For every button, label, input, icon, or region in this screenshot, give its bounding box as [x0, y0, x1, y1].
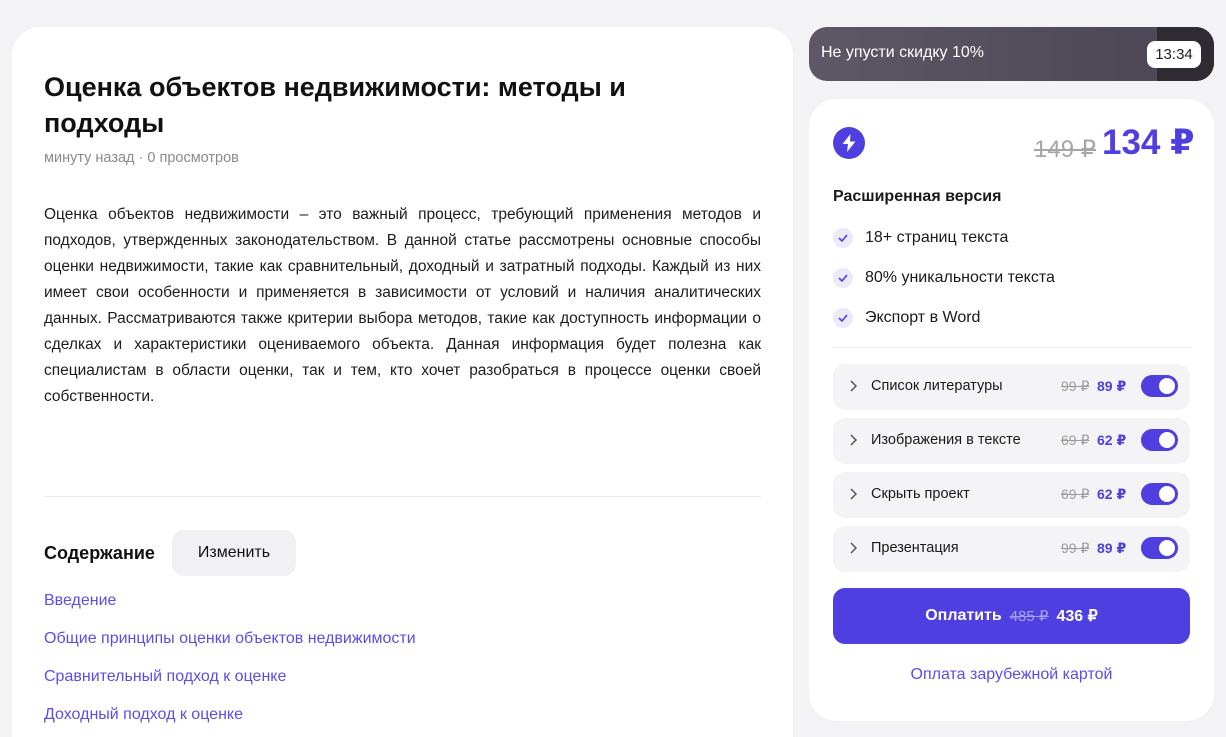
feature-item: Экспорт в Word	[833, 308, 980, 328]
divider	[833, 347, 1190, 348]
discount-banner: Не упусти скидку 10% 13:34	[809, 27, 1214, 81]
toc-item[interactable]: Доходный подход к оценке	[44, 706, 243, 724]
addon-new-price: 62 ₽	[1097, 486, 1127, 502]
addon-bibliography[interactable]: Список литературы 99 ₽ 89 ₽	[833, 364, 1190, 410]
divider	[44, 496, 761, 497]
addon-toggle[interactable]	[1141, 537, 1178, 559]
edit-toc-button[interactable]: Изменить	[172, 530, 296, 576]
addon-toggle[interactable]	[1141, 375, 1178, 397]
toc-heading: Содержание	[44, 543, 155, 563]
addon-images[interactable]: Изображения в тексте 69 ₽ 62 ₽	[833, 418, 1190, 464]
article-card: Оценка объектов недвижимости: методы и п…	[12, 27, 793, 737]
addon-toggle[interactable]	[1141, 429, 1178, 451]
new-price: 134 ₽	[1102, 123, 1195, 162]
toggle-knob	[1159, 432, 1175, 448]
article-meta: минуту назад · 0 просмотров	[44, 150, 239, 166]
addon-old-price: 99 ₽	[1061, 540, 1090, 556]
toc-item[interactable]: Общие принципы оценки объектов недвижимо…	[44, 630, 416, 648]
toc-item[interactable]: Сравнительный подход к оценке	[44, 668, 286, 686]
toggle-knob	[1159, 486, 1175, 502]
offer-card: 149 ₽ 134 ₽ Расширенная версия 18+ стран…	[809, 99, 1214, 721]
addon-name: Скрыть проект	[871, 486, 970, 502]
chevron-right-icon[interactable]	[849, 379, 858, 397]
addon-hide-project[interactable]: Скрыть проект 69 ₽ 62 ₽	[833, 472, 1190, 518]
addon-name: Список литературы	[871, 378, 1003, 394]
feature-item: 80% уникальности текста	[833, 268, 1055, 288]
addon-old-price: 69 ₽	[1061, 486, 1090, 502]
check-icon	[833, 268, 853, 288]
toc-item[interactable]: Введение	[44, 592, 116, 610]
pay-label: Оплатить	[925, 607, 1002, 624]
pay-new-price: 436 ₽	[1056, 608, 1098, 625]
old-price: 149 ₽	[1034, 136, 1096, 163]
addon-new-price: 89 ₽	[1097, 540, 1127, 556]
pay-old-price: 485 ₽	[1009, 608, 1049, 625]
addon-old-price: 69 ₽	[1061, 432, 1090, 448]
version-label: Расширенная версия	[833, 188, 1002, 205]
page-title: Оценка объектов недвижимости: методы и п…	[44, 72, 626, 138]
addon-new-price: 62 ₽	[1097, 432, 1127, 448]
check-icon	[833, 228, 853, 248]
addon-old-price: 99 ₽	[1061, 378, 1090, 394]
check-icon	[833, 308, 853, 328]
addon-presentation[interactable]: Презентация 99 ₽ 89 ₽	[833, 526, 1190, 572]
pay-button[interactable]: Оплатить 485 ₽ 436 ₽	[833, 588, 1190, 644]
toggle-knob	[1159, 378, 1175, 394]
addon-new-price: 89 ₽	[1097, 378, 1127, 394]
addon-name: Изображения в тексте	[871, 432, 1021, 448]
foreign-card-link[interactable]: Оплата зарубежной картой	[809, 666, 1214, 684]
lightning-icon	[833, 127, 865, 159]
toggle-knob	[1159, 540, 1175, 556]
addon-toggle[interactable]	[1141, 483, 1178, 505]
chevron-right-icon[interactable]	[849, 433, 858, 451]
discount-text: Не упусти скидку 10%	[821, 44, 985, 61]
chevron-right-icon[interactable]	[849, 541, 858, 559]
feature-label: 80% уникальности текста	[865, 269, 1055, 286]
feature-label: Экспорт в Word	[865, 309, 981, 326]
feature-label: 18+ страниц текста	[865, 229, 1009, 246]
chevron-right-icon[interactable]	[849, 487, 858, 505]
feature-item: 18+ страниц текста	[833, 228, 1008, 248]
article-summary: Оценка объектов недвижимости – это важны…	[44, 206, 761, 405]
addon-name: Презентация	[871, 540, 959, 556]
countdown-timer: 13:34	[1147, 41, 1201, 68]
